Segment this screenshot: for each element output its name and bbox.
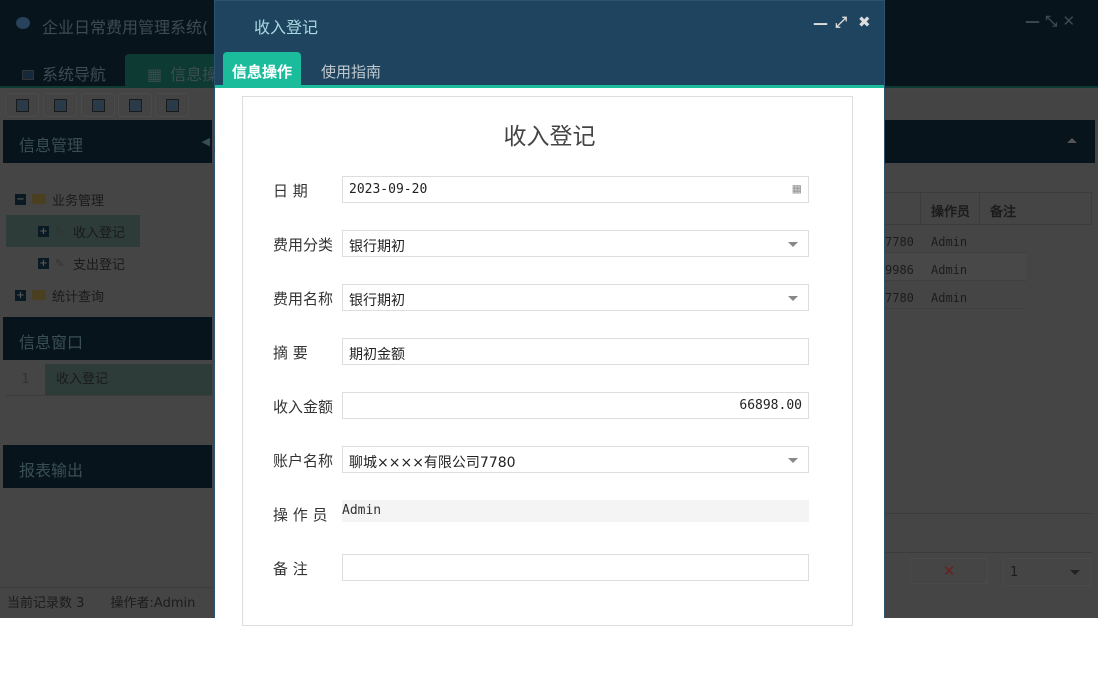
row-label: 收入登记	[45, 364, 212, 395]
expense-name-select[interactable]: 银行期初	[342, 284, 809, 311]
monitor-icon	[22, 70, 34, 80]
tree-node-business[interactable]: − 业务管理	[15, 183, 104, 215]
minus-icon: −	[15, 194, 26, 205]
tree-node-expense[interactable]: + ✎ 支出登记	[38, 247, 125, 279]
column-header-note[interactable]: 备注	[990, 201, 1016, 220]
category-value: 银行期初	[349, 239, 405, 255]
grid-icon: ▦	[147, 65, 162, 84]
date-field[interactable]: 2023-09-20 ▦	[342, 176, 809, 203]
chevron-down-icon	[788, 242, 798, 247]
category-label: 费用分类	[273, 234, 333, 255]
grid-footer	[885, 513, 1092, 553]
form-title: 收入登记	[215, 117, 884, 151]
amount-input[interactable]: 66898.00	[342, 392, 809, 419]
operator-value: Admin	[342, 503, 381, 518]
tree-label: 收入登记	[73, 222, 125, 241]
income-dialog: 收入登记 — ⤢ ✖ 信息操作 使用指南 收入登记 日 期 2023-09-20…	[214, 0, 885, 618]
tab-info-operation[interactable]: 信息操作	[223, 52, 301, 88]
row-index: 1	[6, 364, 45, 395]
collapse-up-icon[interactable]	[1067, 138, 1077, 143]
operator-status: 操作者:Admin	[111, 596, 196, 611]
users-icon[interactable]	[118, 93, 152, 117]
chevron-down-icon	[788, 458, 798, 463]
cell-account: 9986	[885, 263, 914, 277]
nav-tab-label: 系统导航	[42, 65, 106, 84]
wand-icon: ✎	[55, 257, 67, 269]
account-label: 账户名称	[273, 450, 333, 471]
table-row[interactable]: 7780 Admin	[885, 226, 1026, 253]
table-row[interactable]: 9986 Admin	[885, 253, 1026, 281]
page-value: 1	[1010, 565, 1018, 580]
record-count: 当前记录数 3	[7, 596, 84, 611]
grid-panel-header	[885, 120, 1095, 163]
plus-icon: +	[38, 258, 49, 269]
tree-node-income[interactable]: + ✎ 收入登记	[6, 215, 140, 247]
panel-title: 信息管理	[3, 120, 212, 163]
tab-user-guide[interactable]: 使用指南	[312, 52, 390, 88]
chevron-down-icon	[1070, 570, 1080, 575]
nav-tab-label: 信息操	[170, 65, 218, 84]
report-output-title: 报表输出	[3, 445, 212, 488]
amount-value: 66898.00	[739, 398, 802, 413]
cell-operator: Admin	[931, 291, 967, 305]
column-divider	[979, 193, 980, 225]
date-label: 日 期	[273, 180, 308, 201]
account-value: 聊城××××有限公司7780	[349, 455, 516, 471]
cell-operator: Admin	[931, 235, 967, 249]
date-value: 2023-09-20	[349, 182, 427, 197]
table-row[interactable]: 7780 Admin	[885, 281, 1026, 309]
search-icon[interactable]	[5, 93, 39, 117]
document-icon[interactable]	[81, 93, 115, 117]
summary-input[interactable]: 期初金额	[342, 338, 809, 365]
logo-icon	[16, 17, 30, 29]
delete-icon[interactable]: ✕	[910, 558, 988, 584]
tree-node-stats[interactable]: + 统计查询	[15, 279, 104, 311]
cell-account: 7780	[885, 291, 914, 305]
close-icon[interactable]: ✖	[858, 13, 871, 31]
nav-tree: − 业务管理 + ✎ 收入登记 + ✎ 支出登记 + 统计查询	[3, 163, 212, 317]
info-window-title: 信息窗口	[3, 317, 212, 360]
category-select[interactable]: 银行期初	[342, 230, 809, 257]
window-controls[interactable]: — ⤡ ✕	[1025, 12, 1075, 30]
note-label: 备 注	[273, 558, 308, 579]
tree-label: 业务管理	[52, 190, 104, 209]
window-row[interactable]: 1 收入登记	[6, 364, 212, 396]
chevron-down-icon	[788, 296, 798, 301]
account-select[interactable]: 聊城××××有限公司7780	[342, 446, 809, 473]
grid-header: 操作员 备注	[885, 192, 1092, 225]
dialog-title: 收入登记	[254, 14, 318, 38]
collapse-left-icon[interactable]: ◀	[202, 135, 210, 148]
column-header-operator[interactable]: 操作员	[931, 201, 970, 220]
list-icon[interactable]	[43, 93, 77, 117]
summary-value: 期初金额	[349, 347, 405, 363]
plus-icon: +	[38, 226, 49, 237]
folder-icon	[32, 290, 46, 300]
status-bar: 当前记录数 3 操作者:Admin	[0, 587, 212, 611]
expense-name-value: 银行期初	[349, 293, 405, 309]
tree-label: 支出登记	[73, 254, 125, 273]
page-select[interactable]: 1	[1003, 558, 1091, 586]
app-title: 企业日常费用管理系统(	[42, 14, 208, 38]
wand-icon: ✎	[55, 225, 67, 237]
info-mgmt-panel: 信息管理 ◀	[3, 120, 212, 163]
monitor-icon[interactable]	[155, 93, 189, 117]
tree-label: 统计查询	[52, 286, 104, 305]
cell-operator: Admin	[931, 263, 967, 277]
operator-field: Admin	[342, 500, 809, 522]
plus-icon: +	[15, 290, 26, 301]
summary-label: 摘 要	[273, 342, 308, 363]
nav-tab-system[interactable]: 系统导航	[0, 54, 116, 88]
operator-label: 操 作 员	[273, 504, 328, 525]
expense-name-label: 费用名称	[273, 288, 333, 309]
note-input[interactable]	[342, 554, 809, 581]
minimize-icon[interactable]: —	[813, 14, 828, 32]
cell-account: 7780	[885, 235, 914, 249]
nav-tab-info[interactable]: ▦ 信息操	[125, 54, 228, 88]
calendar-icon[interactable]: ▦	[793, 181, 801, 197]
amount-label: 收入金额	[273, 396, 333, 417]
column-divider	[920, 193, 921, 225]
folder-icon	[32, 194, 46, 204]
maximize-icon[interactable]: ⤢	[835, 13, 847, 31]
